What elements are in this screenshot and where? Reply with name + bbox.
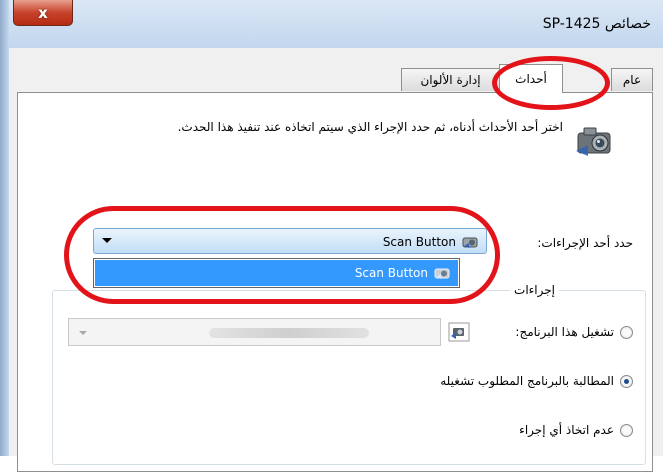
radio-start-program-indicator[interactable] bbox=[620, 325, 633, 339]
radio-take-no-action[interactable]: عدم اتخاذ أي إجراء bbox=[519, 423, 633, 437]
radio-start-program-label: تشغيل هذا البرنامج: bbox=[515, 325, 614, 339]
program-name-blurred bbox=[209, 328, 369, 338]
chevron-down-icon bbox=[79, 331, 87, 335]
radio-prompt-program-label: المطالبة بالبرنامج المطلوب تشغيله bbox=[440, 374, 614, 388]
window-left-border bbox=[0, 0, 9, 456]
title-bar: x خصائص SP-1425 bbox=[0, 0, 663, 48]
highlight-ring-event-select bbox=[64, 206, 500, 304]
program-select[interactable] bbox=[68, 318, 441, 346]
radio-take-no-action-label: عدم اتخاذ أي إجراء bbox=[519, 423, 614, 437]
select-event-label: حدد أحد الإجراءات: bbox=[537, 236, 633, 250]
events-description: اختر أحد الأحداث أدناه، ثم حدد الإجراء ا… bbox=[177, 120, 563, 134]
radio-start-program[interactable]: تشغيل هذا البرنامج: bbox=[515, 325, 633, 339]
actions-group-title: إجراءات bbox=[510, 283, 559, 297]
window-title: خصائص SP-1425 bbox=[542, 16, 651, 32]
highlight-ring-events-tab bbox=[492, 56, 610, 110]
tab-color-management-label: إدارة الألوان bbox=[420, 73, 481, 87]
program-icon bbox=[448, 322, 470, 342]
tab-general-label: عام bbox=[622, 73, 642, 87]
radio-prompt-program[interactable]: المطالبة بالبرنامج المطلوب تشغيله bbox=[440, 374, 633, 388]
scanner-camera-icon bbox=[576, 127, 611, 156]
tab-general[interactable]: عام bbox=[611, 68, 653, 91]
tab-color-management[interactable]: إدارة الألوان bbox=[401, 68, 500, 91]
radio-prompt-program-indicator[interactable] bbox=[620, 374, 633, 388]
radio-take-no-action-indicator[interactable] bbox=[620, 423, 633, 437]
close-icon: x bbox=[38, 3, 48, 22]
close-button[interactable]: x bbox=[13, 0, 73, 26]
